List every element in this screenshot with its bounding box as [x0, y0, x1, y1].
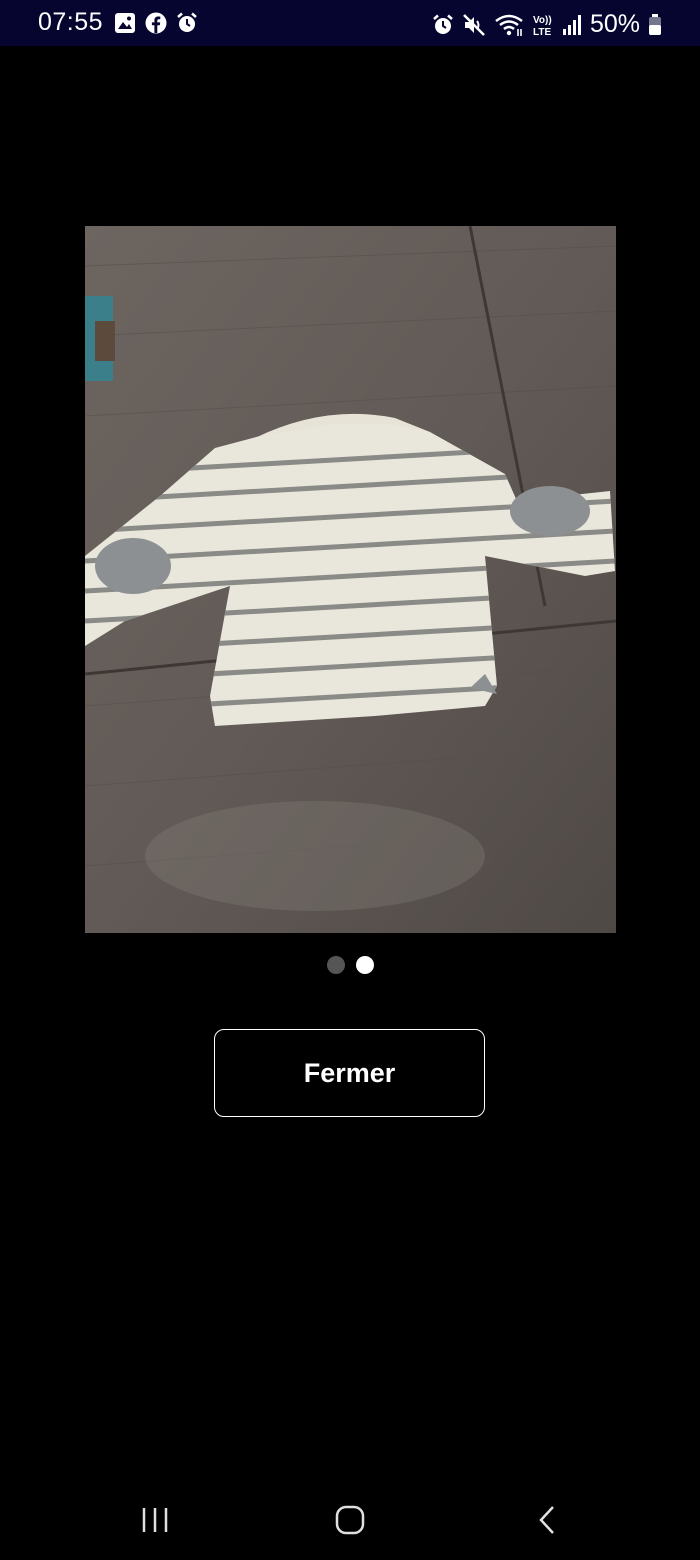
gallery-icon [114, 12, 136, 34]
back-button[interactable] [517, 1498, 577, 1542]
product-photo[interactable] [85, 226, 616, 933]
status-left-icons [114, 12, 198, 34]
battery-icon [648, 13, 662, 36]
pager-dot-1[interactable] [326, 956, 345, 974]
screen: 07:55 Vo)) LTE 50% Fermer [0, 0, 700, 1560]
alarm-icon [432, 14, 454, 36]
back-icon [535, 1504, 559, 1536]
home-button[interactable] [320, 1498, 380, 1542]
pager-dot-2-active[interactable] [355, 956, 374, 974]
navigation-bar [0, 1480, 700, 1560]
recent-apps-icon [140, 1505, 170, 1535]
mute-icon [462, 13, 486, 37]
wifi-icon [494, 13, 524, 37]
volte-lte-icon: Vo)) LTE [532, 13, 554, 37]
facebook-icon [145, 12, 167, 34]
recent-apps-button[interactable] [125, 1498, 185, 1542]
status-right-icons: Vo)) LTE 50% [432, 10, 662, 39]
svg-text:Vo)): Vo)) [533, 15, 552, 26]
close-button[interactable]: Fermer [214, 1029, 485, 1117]
product-photo-image [85, 226, 616, 933]
image-pager [0, 956, 700, 976]
battery-percent: 50% [589, 10, 640, 38]
home-icon [334, 1504, 366, 1536]
signal-icon [562, 14, 582, 36]
status-bar: 07:55 Vo)) LTE 50% [0, 0, 700, 46]
svg-text:LTE: LTE [533, 27, 551, 37]
status-time: 07:55 [38, 8, 104, 36]
alarm-icon [176, 12, 198, 34]
